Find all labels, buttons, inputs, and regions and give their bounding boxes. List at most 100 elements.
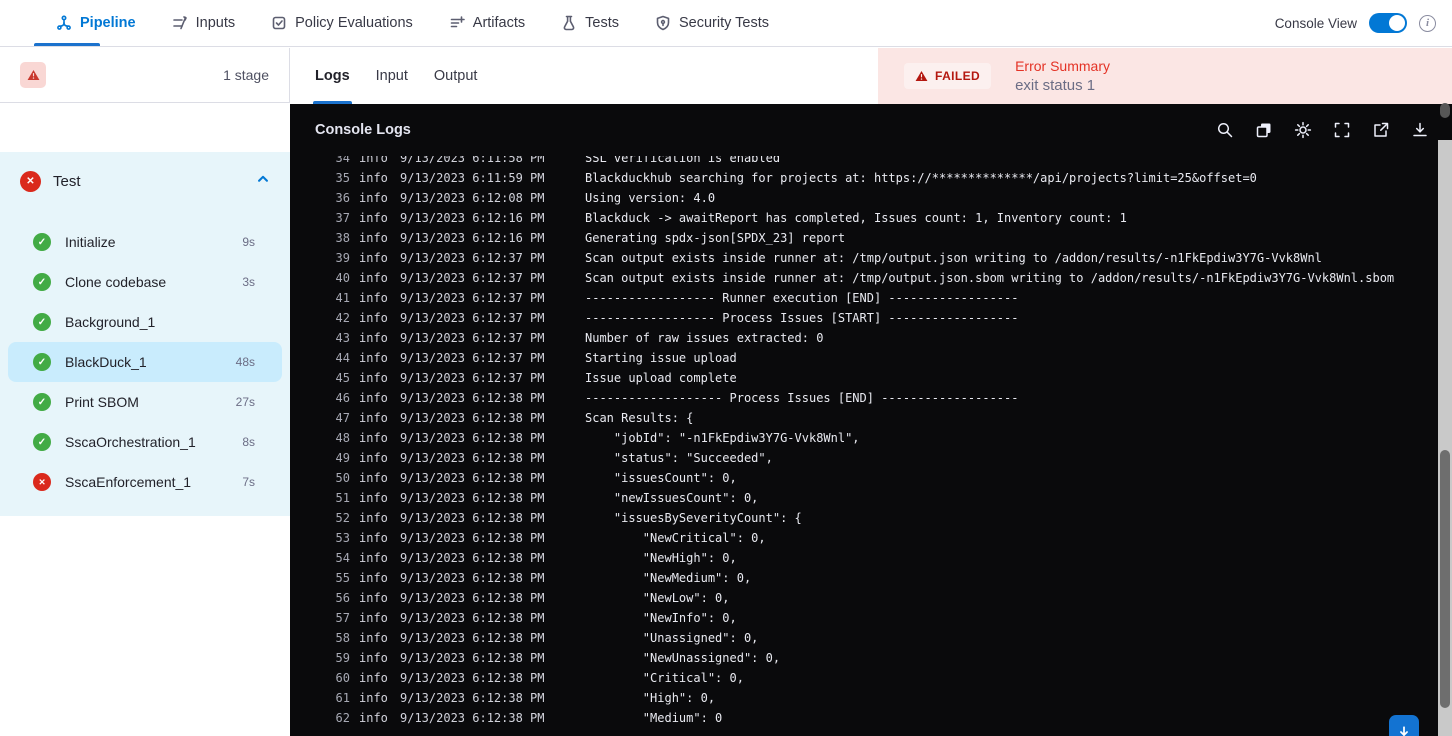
step-row[interactable]: SscaEnforcement_1 7s bbox=[8, 462, 282, 502]
log-line-number: 35 bbox=[335, 171, 350, 185]
log-message: Scan output exists inside runner at: /tm… bbox=[585, 251, 1322, 265]
log-line-number: 39 bbox=[335, 251, 350, 265]
log-level: info bbox=[359, 351, 388, 365]
info-icon[interactable]: i bbox=[1419, 14, 1436, 32]
tab-logs[interactable]: Logs bbox=[313, 48, 352, 104]
log-line: 48 info 9/13/2023 6:12:38 PM "jobId": "-… bbox=[290, 428, 1438, 448]
step-name: SscaEnforcement_1 bbox=[65, 474, 192, 490]
log-message: "NewMedium": 0, bbox=[585, 571, 752, 585]
scrollbar-thumb[interactable] bbox=[1440, 450, 1450, 708]
log-line: 38 info 9/13/2023 6:12:16 PM Generating … bbox=[290, 228, 1438, 248]
log-level: info bbox=[359, 156, 388, 165]
log-line: 55 info 9/13/2023 6:12:38 PM "NewMedium"… bbox=[290, 568, 1438, 588]
execution-sidebar: 1 stage Test Initialize 9s bbox=[0, 48, 290, 736]
step-name: BlackDuck_1 bbox=[65, 354, 147, 370]
security-tests-icon bbox=[656, 15, 670, 31]
log-line-number: 47 bbox=[335, 411, 350, 425]
step-list: Initialize 9s Clone codebase 3s Backgrou… bbox=[0, 210, 290, 502]
top-nav-right: Console View i bbox=[1275, 0, 1452, 46]
step-row[interactable]: Print SBOM 27s bbox=[8, 382, 282, 422]
step-status-icon bbox=[33, 313, 51, 331]
stage-header-test[interactable]: Test bbox=[0, 152, 290, 210]
log-timestamp: 9/13/2023 6:12:38 PM bbox=[400, 451, 545, 465]
log-timestamp: 9/13/2023 6:12:16 PM bbox=[400, 231, 545, 245]
log-line: 57 info 9/13/2023 6:12:38 PM "NewInfo": … bbox=[290, 608, 1438, 628]
step-row[interactable]: Clone codebase 3s bbox=[8, 262, 282, 302]
tab-tests[interactable]: Tests bbox=[561, 0, 619, 46]
copy-icon[interactable] bbox=[1255, 121, 1273, 139]
error-summary-title: Error Summary bbox=[1015, 58, 1110, 74]
log-stream: 34 info 9/13/2023 6:11:58 PM SSL verific… bbox=[290, 156, 1438, 728]
log-message: ------------------ Runner execution [END… bbox=[585, 291, 1019, 305]
log-message: "NewHigh": 0, bbox=[585, 551, 737, 565]
tab-policy-evaluations[interactable]: Policy Evaluations bbox=[271, 0, 413, 46]
log-timestamp: 9/13/2023 6:12:38 PM bbox=[400, 631, 545, 645]
log-timestamp: 9/13/2023 6:12:16 PM bbox=[400, 211, 545, 225]
tab-output[interactable]: Output bbox=[434, 48, 478, 104]
open-in-new-window-icon[interactable] bbox=[1372, 121, 1390, 139]
download-icon[interactable] bbox=[1411, 121, 1429, 139]
log-message: "issuesCount": 0, bbox=[585, 471, 737, 485]
tab-security-tests[interactable]: Security Tests bbox=[655, 0, 769, 46]
tab-inputs[interactable]: Inputs bbox=[172, 0, 235, 46]
scroll-to-bottom-button[interactable] bbox=[1389, 715, 1419, 736]
log-timestamp: 9/13/2023 6:12:37 PM bbox=[400, 311, 545, 325]
scrollbar-track[interactable] bbox=[1438, 140, 1452, 736]
log-line: 35 info 9/13/2023 6:11:59 PM Blackduckhu… bbox=[290, 168, 1438, 188]
log-line-number: 51 bbox=[335, 491, 350, 505]
step-status-icon bbox=[33, 433, 51, 451]
log-timestamp: 9/13/2023 6:12:38 PM bbox=[400, 531, 545, 545]
step-duration: 9s bbox=[242, 235, 255, 249]
inputs-icon bbox=[172, 16, 187, 30]
step-row[interactable]: Background_1 bbox=[8, 302, 282, 342]
pipeline-icon bbox=[57, 15, 71, 30]
log-message: Starting issue upload bbox=[585, 351, 737, 365]
log-timestamp: 9/13/2023 6:12:37 PM bbox=[400, 291, 545, 305]
step-row[interactable]: BlackDuck_1 48s bbox=[8, 342, 282, 382]
log-line: 58 info 9/13/2023 6:12:38 PM "Unassigned… bbox=[290, 628, 1438, 648]
log-line: 51 info 9/13/2023 6:12:38 PM "newIssuesC… bbox=[290, 488, 1438, 508]
log-timestamp: 9/13/2023 6:12:08 PM bbox=[400, 191, 545, 205]
log-level: info bbox=[359, 311, 388, 325]
log-message: "Medium": 0 bbox=[585, 711, 723, 725]
log-line-number: 41 bbox=[335, 291, 350, 305]
log-line-number: 61 bbox=[335, 691, 350, 705]
log-timestamp: 9/13/2023 6:12:37 PM bbox=[400, 271, 545, 285]
log-level: info bbox=[359, 171, 388, 185]
log-level: info bbox=[359, 431, 388, 445]
log-line-number: 45 bbox=[335, 371, 350, 385]
log-level: info bbox=[359, 571, 388, 585]
tab-input[interactable]: Input bbox=[376, 48, 408, 104]
stage-count-label: 1 stage bbox=[223, 67, 269, 83]
top-navigation: Pipeline Inputs Policy Evaluations Artif… bbox=[0, 0, 1452, 47]
log-level: info bbox=[359, 471, 388, 485]
log-timestamp: 9/13/2023 6:12:37 PM bbox=[400, 331, 545, 345]
log-level: info bbox=[359, 391, 388, 405]
log-timestamp: 9/13/2023 6:12:38 PM bbox=[400, 711, 545, 725]
log-level: info bbox=[359, 231, 388, 245]
arrow-down-icon bbox=[1400, 725, 1408, 736]
tab-artifacts[interactable]: Artifacts bbox=[449, 0, 525, 46]
search-icon[interactable] bbox=[1216, 121, 1234, 139]
log-message: Scan Results: { bbox=[585, 411, 694, 425]
tab-pipeline[interactable]: Pipeline bbox=[34, 0, 136, 46]
step-row[interactable]: Initialize 9s bbox=[8, 222, 282, 262]
settings-gear-icon[interactable] bbox=[1294, 121, 1312, 139]
log-line-number: 37 bbox=[335, 211, 350, 225]
step-status-icon bbox=[33, 273, 51, 291]
log-message: Scan output exists inside runner at: /tm… bbox=[585, 271, 1395, 285]
log-line-number: 53 bbox=[335, 531, 350, 545]
console-view-toggle[interactable] bbox=[1369, 13, 1407, 33]
console-actions bbox=[1216, 121, 1429, 139]
log-level: info bbox=[359, 531, 388, 545]
error-summary-message: exit status 1 bbox=[1015, 77, 1096, 94]
step-name: SscaOrchestration_1 bbox=[65, 434, 196, 450]
log-line-number: 54 bbox=[335, 551, 350, 565]
log-message: "NewUnassigned": 0, bbox=[585, 651, 781, 665]
log-message: Blackduck -> awaitReport has completed, … bbox=[585, 211, 1127, 225]
step-row[interactable]: SscaOrchestration_1 8s bbox=[8, 422, 282, 462]
chevron-up-icon[interactable] bbox=[256, 172, 270, 191]
fullscreen-icon[interactable] bbox=[1333, 121, 1351, 139]
log-level: info bbox=[359, 591, 388, 605]
log-timestamp: 9/13/2023 6:12:38 PM bbox=[400, 671, 545, 685]
